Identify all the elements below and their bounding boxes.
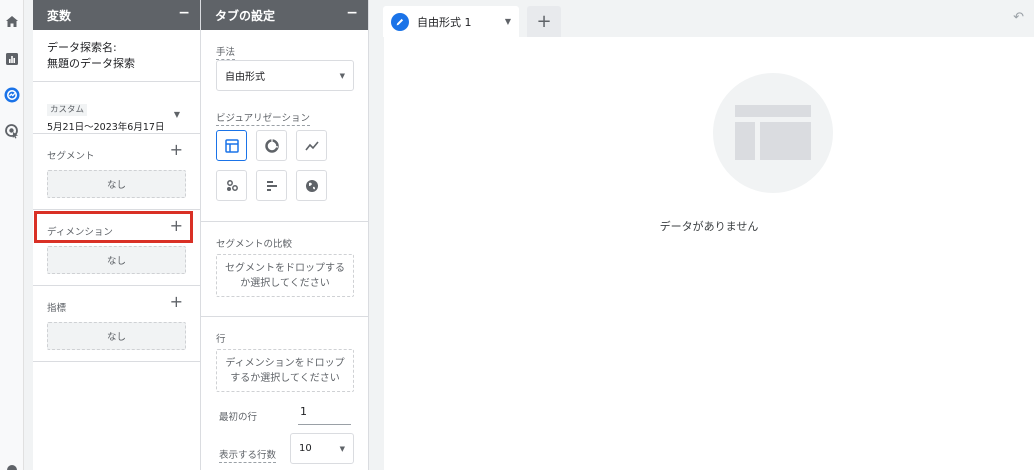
date-range-selector[interactable]: カスタム 5月21日～2023年6月17日 ▼ — [33, 82, 200, 134]
add-tab-button[interactable]: + — [527, 6, 561, 37]
visualization-label: ビジュアリゼーション — [216, 110, 310, 126]
add-metric-button[interactable]: + — [170, 294, 183, 310]
segment-compare-section: セグメントの比較 セグメントをドロップするか選択してください — [201, 222, 368, 317]
technique-label: 手法 — [216, 44, 236, 60]
rows-label: 行 — [216, 334, 226, 345]
advertising-icon[interactable] — [0, 119, 24, 143]
donut-chart-icon[interactable] — [256, 130, 287, 161]
segments-empty[interactable]: なし — [47, 170, 186, 198]
visualization-grid — [216, 130, 327, 201]
technique-section: 手法 自由形式 ▼ ビジュアリゼーション — [201, 30, 368, 222]
metrics-section: 指標 + なし — [33, 286, 200, 362]
technique-value: 自由形式 — [225, 72, 265, 83]
show-rows-select[interactable]: 10 ▼ — [290, 433, 354, 464]
tab-name: 自由形式 1 — [417, 15, 472, 29]
show-rows-label: 表示する行数 — [219, 447, 277, 463]
canvas-tab-bar: 自由形式 1 ▼ + ↶ — [369, 0, 1034, 37]
exploration-name[interactable]: データ探索名: 無題のデータ探索 — [33, 30, 200, 82]
dimensions-empty[interactable]: なし — [47, 246, 186, 274]
metrics-empty[interactable]: なし — [47, 322, 186, 350]
minimize-tab-settings-button[interactable]: − — [346, 6, 358, 24]
rows-dropzone[interactable]: ディメンションをドロップするか選択してください — [216, 349, 354, 392]
empty-message: データがありません — [659, 220, 759, 233]
undo-icon[interactable]: ↶ — [1013, 10, 1024, 25]
chevron-down-icon: ▼ — [173, 110, 180, 119]
scatter-plot-icon[interactable] — [216, 170, 247, 201]
pencil-icon — [391, 12, 409, 31]
settings-icon[interactable] — [0, 458, 24, 470]
exploration-name-value: 無題のデータ探索 — [47, 57, 135, 70]
chevron-down-icon: ▼ — [339, 444, 345, 453]
geo-map-icon[interactable] — [296, 170, 327, 201]
segments-section: セグメント + なし — [33, 134, 200, 210]
home-icon[interactable] — [0, 10, 24, 34]
variables-panel-header: 変数 − — [33, 0, 200, 30]
first-row-label: 最初の行 — [219, 412, 258, 423]
tab-settings-header: タブの設定 − — [201, 0, 368, 30]
chevron-down-icon[interactable]: ▼ — [505, 17, 511, 26]
nav-rail — [0, 0, 24, 470]
tab-freeform-1[interactable]: 自由形式 1 ▼ — [383, 6, 519, 37]
line-chart-icon[interactable] — [296, 130, 327, 161]
first-row-input[interactable]: 1 — [298, 403, 351, 425]
reports-icon[interactable] — [0, 47, 24, 71]
segments-title: セグメント — [47, 151, 95, 162]
bar-chart-icon[interactable] — [256, 170, 287, 201]
tab-settings-panel: タブの設定 − 手法 自由形式 ▼ ビジュアリゼーション セグメントの比較 セグ… — [201, 0, 369, 470]
exploration-name-label: データ探索名: — [47, 41, 117, 54]
dimension-highlight-box — [34, 211, 193, 243]
empty-state-icon — [713, 73, 833, 193]
date-range-caption: カスタム — [47, 104, 88, 116]
technique-select[interactable]: 自由形式 ▼ — [216, 60, 354, 91]
tab-settings-title: タブの設定 — [215, 8, 276, 23]
segment-compare-dropzone[interactable]: セグメントをドロップするか選択してください — [216, 254, 354, 297]
variables-panel-title: 変数 — [47, 8, 72, 23]
minimize-variables-button[interactable]: − — [178, 6, 190, 24]
show-rows-value: 10 — [299, 443, 312, 454]
table-icon[interactable] — [216, 130, 247, 161]
date-range-value: 5月21日～2023年6月17日 — [47, 122, 165, 133]
add-segment-button[interactable]: + — [170, 142, 183, 158]
segment-compare-label: セグメントの比較 — [216, 239, 293, 250]
canvas: データがありません — [384, 37, 1034, 470]
chevron-down-icon: ▼ — [339, 71, 345, 80]
metrics-title: 指標 — [47, 303, 67, 314]
explore-icon[interactable] — [0, 83, 24, 107]
rows-section: 行 ディメンションをドロップするか選択してください 最初の行 1 表示する行数 … — [201, 317, 368, 469]
